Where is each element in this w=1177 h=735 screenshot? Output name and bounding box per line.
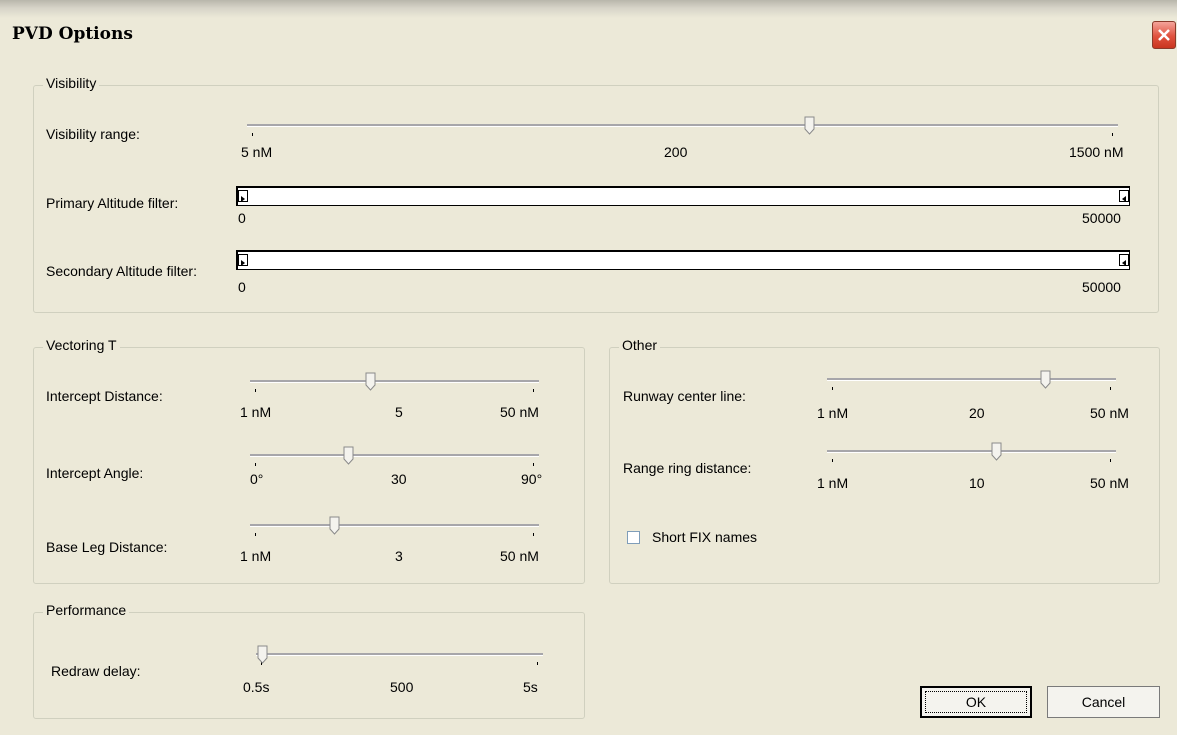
secondary-altitude-label: Secondary Altitude filter: [46,263,197,279]
intercept-distance-label: Intercept Distance: [46,388,163,404]
slider-tick-max [533,463,534,466]
base-leg-distance-slider[interactable] [250,516,539,550]
intercept-angle-label: Intercept Angle: [46,465,144,481]
intercept-distance-min-label: 1 nM [240,404,272,420]
ok-button[interactable]: OK [920,686,1032,718]
base-leg-distance-min-label: 1 nM [240,548,272,564]
close-icon [1158,29,1170,41]
redraw-delay-label: Redraw delay: [51,663,141,679]
intercept-angle-max-label: 90° [521,471,543,487]
slider-tick-min [255,533,256,536]
slider-tick-max [1110,387,1111,390]
slider-tick-max [533,389,534,392]
slider-tick-max [1112,133,1113,136]
slider-thumb[interactable] [343,446,354,465]
performance-group-label: Performance [43,602,130,618]
redraw-delay-value-label: 500 [390,679,414,695]
range-low-handle[interactable] [238,190,248,202]
other-group-label: Other [619,337,661,353]
range-ring-distance-max-label: 50 nM [1090,475,1129,491]
range-high-handle[interactable] [1119,190,1129,202]
arrow-right-icon [241,196,245,202]
short-fix-names-checkbox[interactable] [627,531,640,544]
slider-tick-min [832,387,833,390]
secondary-altitude-max-label: 50000 [1082,279,1121,295]
arrow-right-icon [241,260,245,266]
slider-tick-min [255,463,256,466]
base-leg-distance-value-label: 3 [395,548,403,564]
slider-thumb[interactable] [257,645,268,664]
cancel-button[interactable]: Cancel [1047,686,1160,718]
intercept-distance-max-label: 50 nM [500,404,539,420]
slider-tick-max [1110,459,1111,462]
slider-thumb[interactable] [1040,370,1051,389]
pvd-options-dialog: PVD Options Visibility Visibility range:… [0,0,1177,735]
range-high-handle[interactable] [1119,254,1129,266]
focus-rectangle [925,691,1027,713]
visibility-group-label: Visibility [43,75,100,91]
arrow-left-icon [1122,260,1126,266]
primary-altitude-label: Primary Altitude filter: [46,195,179,211]
slider-thumb[interactable] [329,516,340,535]
slider-thumb[interactable] [804,116,815,135]
primary-altitude-max-label: 50000 [1082,210,1121,226]
slider-track [250,524,539,527]
slider-tick-min [252,133,253,136]
cancel-button-label: Cancel [1081,694,1126,710]
slider-tick-max [537,662,538,665]
close-button[interactable] [1152,21,1176,49]
redraw-delay-slider[interactable] [256,645,543,679]
base-leg-distance-label: Base Leg Distance: [46,539,168,555]
title-bar[interactable]: PVD Options [0,0,1177,58]
slider-track [250,454,539,457]
visibility-range-min-label: 5 nM [241,144,273,160]
intercept-angle-min-label: 0° [250,471,264,487]
secondary-altitude-min-label: 0 [238,279,246,295]
primary-altitude-min-label: 0 [238,210,246,226]
visibility-range-max-label: 1500 nM [1069,144,1124,160]
secondary-altitude-range-bar[interactable] [236,250,1130,270]
slider-tick-max [533,533,534,536]
range-ring-distance-slider[interactable] [827,442,1116,476]
slider-track [247,124,1118,127]
range-ring-distance-min-label: 1 nM [817,475,849,491]
intercept-distance-value-label: 5 [395,404,403,420]
short-fix-names-label[interactable]: Short FIX names [652,529,757,545]
slider-thumb[interactable] [991,442,1002,461]
slider-track [256,653,543,656]
arrow-left-icon [1122,196,1126,202]
range-low-handle[interactable] [238,254,248,266]
slider-tick-min [832,459,833,462]
base-leg-distance-max-label: 50 nM [500,548,539,564]
slider-thumb[interactable] [365,372,376,391]
slider-track [827,450,1116,453]
range-ring-distance-value-label: 10 [969,475,985,491]
runway-center-line-value-label: 20 [969,405,985,421]
visibility-range-label: Visibility range: [46,126,140,142]
window-title: PVD Options [12,24,133,44]
slider-track [827,378,1116,381]
primary-altitude-range-bar[interactable] [236,186,1130,206]
runway-center-line-label: Runway center line: [623,388,746,404]
slider-tick-min [255,389,256,392]
redraw-delay-min-label: 0.5s [243,679,270,695]
range-ring-distance-label: Range ring distance: [623,460,752,476]
runway-center-line-min-label: 1 nM [817,405,849,421]
runway-center-line-max-label: 50 nM [1090,405,1129,421]
intercept-angle-value-label: 30 [391,471,407,487]
visibility-range-value-label: 200 [664,144,688,160]
runway-center-line-slider[interactable] [827,370,1116,404]
slider-track [250,380,539,383]
redraw-delay-max-label: 5s [523,679,538,695]
vectoring-group-label: Vectoring T [43,337,120,353]
intercept-distance-slider[interactable] [250,372,539,406]
